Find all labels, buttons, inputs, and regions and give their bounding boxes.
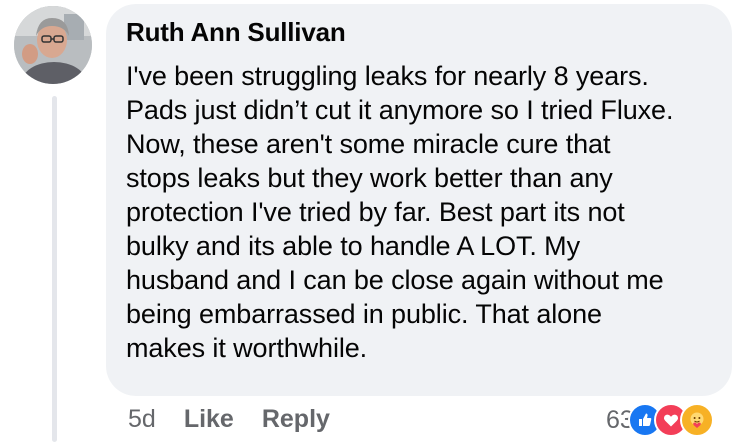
- reactions-summary[interactable]: 63: [606, 402, 714, 438]
- comment-timestamp[interactable]: 5d: [128, 405, 156, 434]
- comment-author-name[interactable]: Ruth Ann Sullivan: [126, 17, 346, 47]
- avatar[interactable]: [14, 6, 92, 84]
- comment-actions: 5d Like Reply: [128, 402, 358, 436]
- comment-text: I've been struggling leaks for nearly 8 …: [126, 61, 674, 363]
- reply-button[interactable]: Reply: [262, 405, 330, 434]
- profile-photo: [14, 6, 92, 84]
- reply-thread-line: [52, 96, 57, 442]
- like-button[interactable]: Like: [184, 405, 234, 434]
- comment-bubble: Ruth Ann Sullivan I've been struggling l…: [106, 4, 732, 396]
- care-icon: [679, 403, 714, 437]
